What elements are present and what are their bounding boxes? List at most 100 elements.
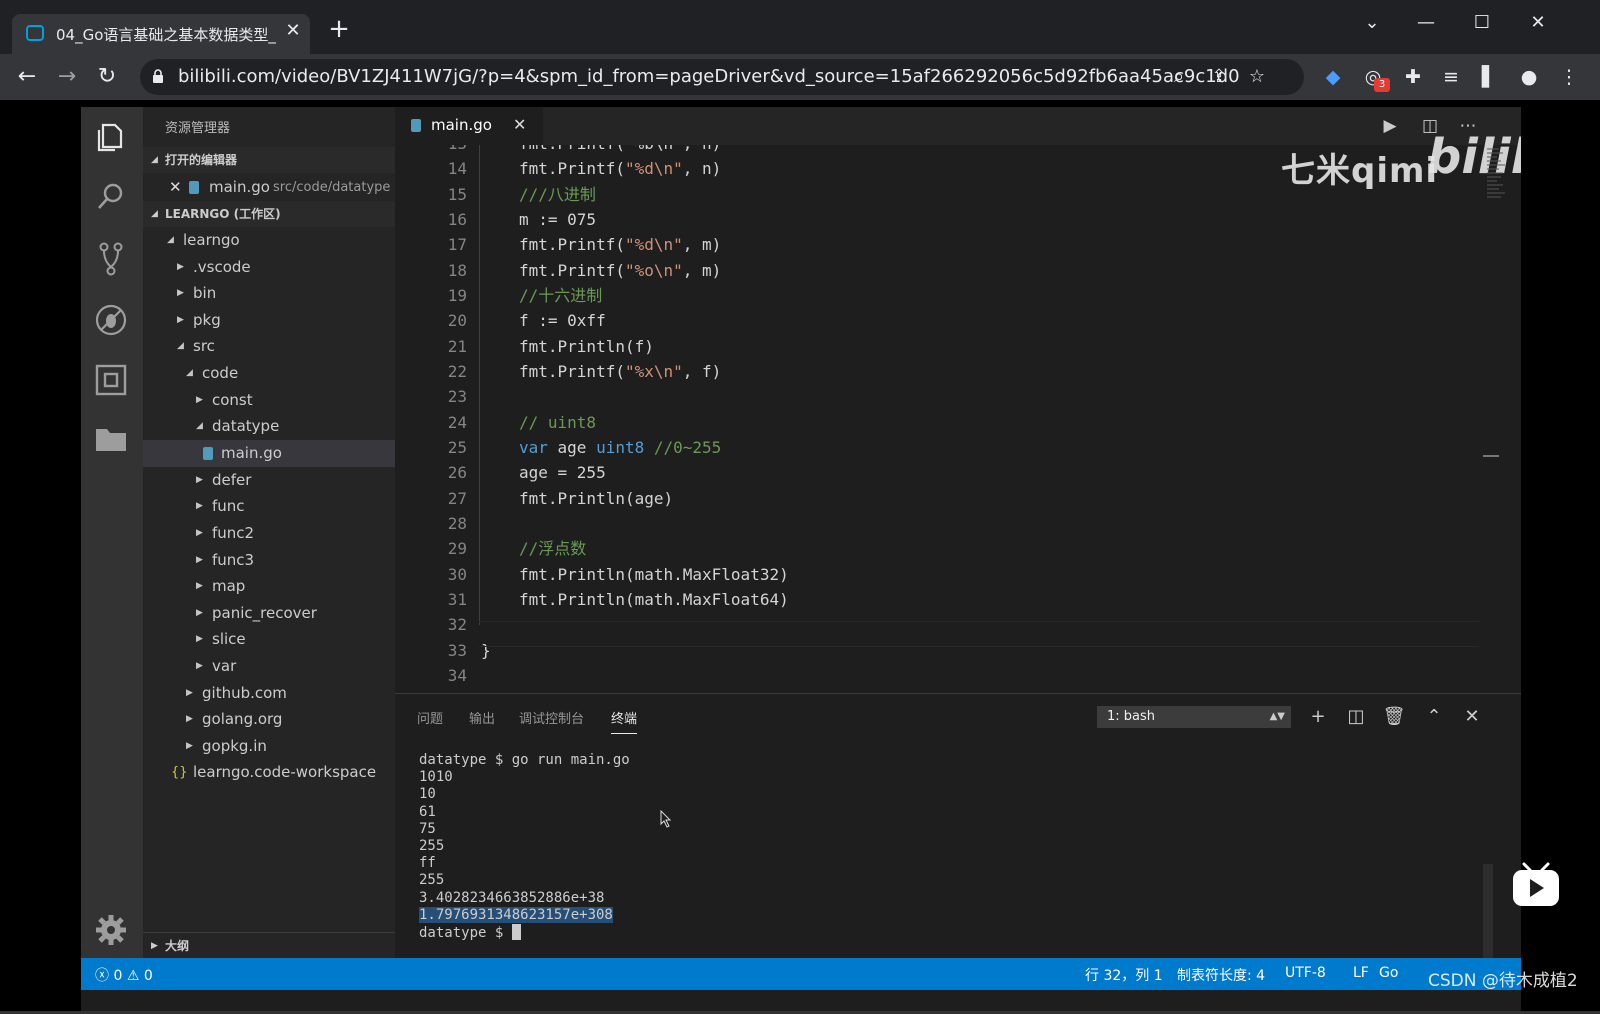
code-line: fmt.Printf("%d\n", n) xyxy=(519,159,722,178)
problems-status[interactable]: ⓧ 0 ⚠ 0 xyxy=(95,965,153,985)
open-editors-header[interactable]: ◢ 打开的编辑器 xyxy=(143,147,395,173)
terminal-select[interactable]: 1: bash ▲▼ xyxy=(1097,706,1291,728)
extension-badge: 3 xyxy=(1374,78,1390,92)
tab-size[interactable]: 制表符长度: 4 xyxy=(1177,965,1265,985)
maximize-panel-chevron-up-icon[interactable]: ⌃ xyxy=(1421,704,1447,730)
cursor-position[interactable]: 行 32，列 1 xyxy=(1085,965,1163,985)
line-ending[interactable]: LF xyxy=(1353,965,1369,981)
collapsed-triangle-icon: ▶ xyxy=(196,581,203,591)
tab-debug-console[interactable]: 调试控制台 xyxy=(519,708,584,727)
close-tab-icon[interactable]: ✕ xyxy=(513,115,526,134)
tree-item-src[interactable]: ◢ src xyxy=(143,333,395,360)
bilibili-play-icon[interactable] xyxy=(1510,860,1562,908)
tree-item-func[interactable]: ▶ func xyxy=(143,493,395,520)
profile-avatar-icon[interactable]: ● xyxy=(1514,62,1544,92)
tree-item-var[interactable]: ▶ var xyxy=(143,653,395,680)
extension-gem-icon[interactable]: ◆ xyxy=(1318,62,1348,92)
collapsed-triangle-icon: ▶ xyxy=(196,608,203,618)
debug-icon[interactable] xyxy=(81,289,143,347)
tree-item-main-go[interactable]: main.go xyxy=(143,440,395,467)
terminal-prompt-line: datatype $ xyxy=(419,923,1499,941)
tab-output[interactable]: 输出 xyxy=(469,708,495,727)
line-number: 21 xyxy=(447,337,467,356)
encoding[interactable]: UTF-8 xyxy=(1285,965,1326,981)
reload-button[interactable]: ↻ xyxy=(92,62,122,92)
tree-item-workspace-file[interactable]: {} learngo.code-workspace xyxy=(143,759,395,786)
share-icon[interactable]: ⇪ xyxy=(1206,65,1232,89)
tree-item-map[interactable]: ▶ map xyxy=(143,573,395,600)
forward-button[interactable]: → xyxy=(52,62,82,92)
line-number: 29 xyxy=(447,539,467,558)
open-editor-item[interactable]: ✕ main.go src/code/datatype xyxy=(143,174,395,201)
run-icon[interactable]: ▶ xyxy=(1377,115,1403,137)
minimize-button[interactable]: — xyxy=(1406,8,1446,38)
tab-problems[interactable]: 问题 xyxy=(417,708,443,727)
code-line: fmt.Printf("%o\n", m) xyxy=(519,261,722,280)
code-line: ///八进制 xyxy=(519,185,596,204)
address-bar[interactable]: bilibili.com/video/BV1ZJ411W7jG/?p=4&spm… xyxy=(140,59,1304,95)
tree-item-github[interactable]: ▶ github.com xyxy=(143,680,395,707)
outline-header[interactable]: ▶ 大纲 xyxy=(143,932,395,958)
extensions-icon[interactable] xyxy=(81,349,143,407)
tree-item-defer[interactable]: ▶ defer xyxy=(143,467,395,494)
tree-item-pkg[interactable]: ▶ pkg xyxy=(143,307,395,334)
collapsed-triangle-icon: ▶ xyxy=(196,395,203,405)
tree-item-code[interactable]: ◢ code xyxy=(143,360,395,387)
explorer-files-icon[interactable] xyxy=(81,107,143,165)
editor-tab-main-go[interactable]: main.go ✕ xyxy=(395,107,543,145)
vscode-window: 资源管理器 ◢ 打开的编辑器 ✕ main.go src/code/dataty… xyxy=(81,107,1521,1011)
close-panel-icon[interactable]: ✕ xyxy=(1459,704,1485,730)
search-icon[interactable] xyxy=(81,167,143,225)
tree-item-label: bin xyxy=(193,284,217,302)
terminal-output[interactable]: datatype $ go run main.go 1010 10 61 75 … xyxy=(419,752,1499,941)
back-button[interactable]: ← xyxy=(12,62,42,92)
minimap[interactable] xyxy=(1481,145,1521,693)
tab-search-chevron-icon[interactable]: ⌄ xyxy=(1352,8,1392,38)
folder-icon[interactable] xyxy=(81,409,143,467)
extensions-puzzle-icon[interactable]: ✚ xyxy=(1398,62,1428,92)
side-panel-icon[interactable]: ▌ xyxy=(1474,62,1504,92)
close-window-button[interactable]: ✕ xyxy=(1518,8,1558,38)
kill-terminal-trash-icon[interactable]: 🗑 xyxy=(1381,704,1407,730)
collapse-triangle-icon: ◢ xyxy=(151,209,158,219)
close-editor-icon[interactable]: ✕ xyxy=(169,174,182,201)
tab-terminal[interactable]: 终端 xyxy=(611,708,638,734)
tree-item-func2[interactable]: ▶ func2 xyxy=(143,520,395,547)
tree-item-bin[interactable]: ▶ bin xyxy=(143,280,395,307)
tree-item-datatype[interactable]: ◢ datatype xyxy=(143,413,395,440)
tree-item-label: var xyxy=(212,657,237,675)
split-terminal-icon[interactable]: ◫ xyxy=(1343,704,1369,730)
tree-item-func3[interactable]: ▶ func3 xyxy=(143,547,395,574)
media-queue-icon[interactable]: ≡ xyxy=(1436,62,1466,92)
tree-item-vscode[interactable]: ▶ .vscode xyxy=(143,254,395,281)
terminal-select-value: 1: bash xyxy=(1107,709,1156,724)
tab-close-icon[interactable]: ✕ xyxy=(282,20,304,42)
tree-item-label: src xyxy=(193,337,215,355)
maximize-button[interactable]: ☐ xyxy=(1462,8,1502,38)
bookmark-star-icon[interactable]: ☆ xyxy=(1244,65,1270,89)
line-number: 16 xyxy=(447,210,467,229)
settings-gear-icon[interactable] xyxy=(81,899,143,957)
workspace-header[interactable]: ◢ LEARNGO (工作区) xyxy=(143,201,395,227)
tree-item-panic-recover[interactable]: ▶ panic_recover xyxy=(143,600,395,627)
source-control-icon[interactable] xyxy=(81,227,143,285)
line-number: 32 xyxy=(447,615,467,634)
browser-menu-icon[interactable]: ⋮ xyxy=(1554,62,1584,92)
new-tab-button[interactable]: + xyxy=(326,16,352,42)
tree-item-golang[interactable]: ▶ golang.org xyxy=(143,706,395,733)
status-bar: ⓧ 0 ⚠ 0 行 32，列 1 制表符长度: 4 UTF-8 LF Go xyxy=(81,958,1521,990)
language-mode[interactable]: Go xyxy=(1379,965,1398,981)
zoom-icon[interactable]: ⌕ xyxy=(1166,65,1192,89)
new-terminal-icon[interactable]: + xyxy=(1305,704,1331,730)
tree-item-learngo[interactable]: ◢ learngo xyxy=(143,227,395,254)
tree-item-const[interactable]: ▶ const xyxy=(143,387,395,414)
code-line: m := 075 xyxy=(519,210,597,229)
tree-item-label: code xyxy=(202,364,239,382)
browser-tab[interactable]: 04_Go语言基础之基本数据类型_ ✕ xyxy=(12,14,310,54)
tree-item-slice[interactable]: ▶ slice xyxy=(143,626,395,653)
code-area[interactable]: 13 14 15 16 17 18 19 20 21 22 23 24 25 2… xyxy=(395,145,1521,693)
tree-item-gopkg[interactable]: ▶ gopkg.in xyxy=(143,733,395,760)
outline-label: 大纲 xyxy=(165,939,190,953)
line-number: 14 xyxy=(447,159,467,178)
warning-icon: ⚠ xyxy=(126,968,140,984)
